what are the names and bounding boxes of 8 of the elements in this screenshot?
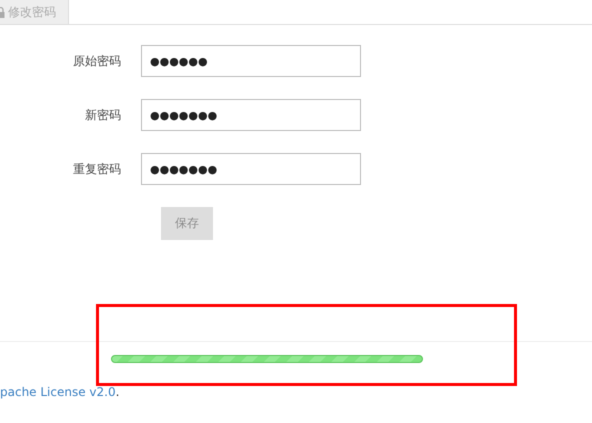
- license-link[interactable]: pache License v2.0: [0, 385, 116, 399]
- field-label: 重复密码: [72, 160, 122, 178]
- license-text: pache License v2.0.: [0, 385, 120, 399]
- field-label: 原始密码: [72, 52, 122, 70]
- password-field[interactable]: ●●●●●●●: [141, 99, 361, 131]
- password-field[interactable]: ●●●●●●: [141, 45, 361, 77]
- password-field[interactable]: ●●●●●●●: [141, 153, 361, 185]
- field-label: 新密码: [84, 106, 122, 124]
